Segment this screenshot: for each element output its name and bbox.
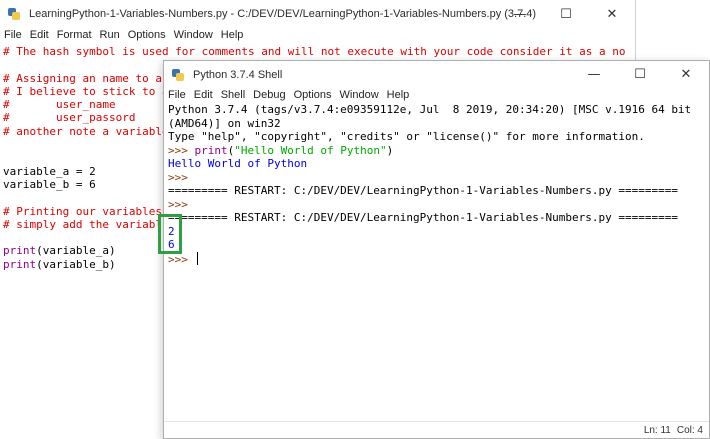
text-cursor <box>196 251 198 265</box>
shell-output[interactable]: Python 3.7.4 (tags/v3.7.4:e09359112e, Ju… <box>168 103 703 266</box>
editor-menu-format[interactable]: Format <box>53 29 96 41</box>
shell-text: Type "help", "copyright", "credits" or "… <box>168 130 645 143</box>
editor-window-controls: — ☐ ✕ <box>497 0 635 28</box>
column-number: Col: 4 <box>676 424 703 436</box>
shell-text: 2 <box>168 224 175 238</box>
shell-text: Hello World of Python <box>168 157 308 170</box>
shell-prompt: >>> <box>168 143 195 157</box>
shell-prompt: >>> <box>168 252 195 266</box>
shell-title: Python 3.7.4 Shell <box>193 68 283 81</box>
desktop: LearningPython-1-Variables-Numbers.py - … <box>0 0 710 439</box>
shell-text: "Hello World of Python" <box>234 143 387 157</box>
shell-line: Type "help", "copyright", "credits" or "… <box>168 130 703 144</box>
shell-line: >>> <box>168 198 703 212</box>
shell-menu-window[interactable]: Window <box>336 89 383 101</box>
shell-menu-help[interactable]: Help <box>383 89 414 101</box>
shell-menubar: File Edit Shell Debug Options Window Help <box>164 87 709 103</box>
shell-menu-edit[interactable]: Edit <box>190 89 217 101</box>
status-bar: Ln: 11 Col: 4 <box>164 421 709 438</box>
shell-text: ========= RESTART: C:/DEV/DEV/LearningPy… <box>168 211 678 224</box>
shell-menu-file[interactable]: File <box>164 89 190 101</box>
shell-text: 6 <box>168 238 175 251</box>
close-button[interactable]: ✕ <box>663 61 709 88</box>
shell-line: ========= RESTART: C:/DEV/DEV/LearningPy… <box>168 211 703 225</box>
shell-line: Hello World of Python <box>168 157 703 171</box>
shell-text: Python 3.7.4 (tags/v3.7.4:e09359112e, Ju… <box>168 103 692 116</box>
python-idle-icon <box>7 7 21 21</box>
editor-titlebar[interactable]: LearningPython-1-Variables-Numbers.py - … <box>0 0 635 28</box>
shell-text: (AMD64)] on win32 <box>168 116 281 130</box>
shell-titlebar[interactable]: Python 3.7.4 Shell — ☐ ✕ <box>164 61 709 88</box>
shell-text: ========= RESTART: C:/DEV/DEV/LearningPy… <box>168 184 678 197</box>
shell-line: >>> <box>168 251 703 266</box>
code-line: # The hash symbol is used for comments a… <box>3 45 626 58</box>
python-shell-icon <box>171 68 185 82</box>
editor-title: LearningPython-1-Variables-Numbers.py - … <box>29 8 537 20</box>
shell-line: Python 3.7.4 (tags/v3.7.4:e09359112e, Ju… <box>168 103 703 117</box>
shell-prompt: >>> <box>168 170 195 184</box>
shell-line: ========= RESTART: C:/DEV/DEV/LearningPy… <box>168 184 703 198</box>
editor-menubar: File Edit Format Run Options Window Help <box>0 27 635 43</box>
editor-menu-run[interactable]: Run <box>96 29 124 41</box>
minimize-button[interactable]: — <box>497 0 543 28</box>
shell-menu-options[interactable]: Options <box>290 89 336 101</box>
editor-menu-file[interactable]: File <box>0 29 26 41</box>
shell-prompt: >>> <box>168 197 195 211</box>
shell-text: ) <box>386 143 394 157</box>
shell-window-controls: — ☐ ✕ <box>571 61 709 88</box>
editor-menu-edit[interactable]: Edit <box>26 29 53 41</box>
editor-menu-window[interactable]: Window <box>170 29 217 41</box>
shell-text: print <box>194 143 228 157</box>
line-number: Ln: 11 <box>643 424 671 436</box>
minimize-button[interactable]: — <box>571 61 617 88</box>
shell-menu-debug[interactable]: Debug <box>249 89 289 101</box>
close-button[interactable]: ✕ <box>589 0 635 28</box>
shell-window[interactable]: Python 3.7.4 Shell — ☐ ✕ File Edit Shell De… <box>163 60 710 439</box>
shell-line: 2 <box>168 225 703 239</box>
shell-line: >>> <box>168 171 703 185</box>
shell-line: >>> print("Hello World of Python") <box>168 144 703 158</box>
shell-menu-shell[interactable]: Shell <box>217 89 249 101</box>
editor-menu-options[interactable]: Options <box>124 29 170 41</box>
shell-line: 6 <box>168 238 703 252</box>
editor-menu-help[interactable]: Help <box>217 29 248 41</box>
shell-line: (AMD64)] on win32 <box>168 117 703 131</box>
maximize-button[interactable]: ☐ <box>617 61 663 88</box>
maximize-button[interactable]: ☐ <box>543 0 589 28</box>
